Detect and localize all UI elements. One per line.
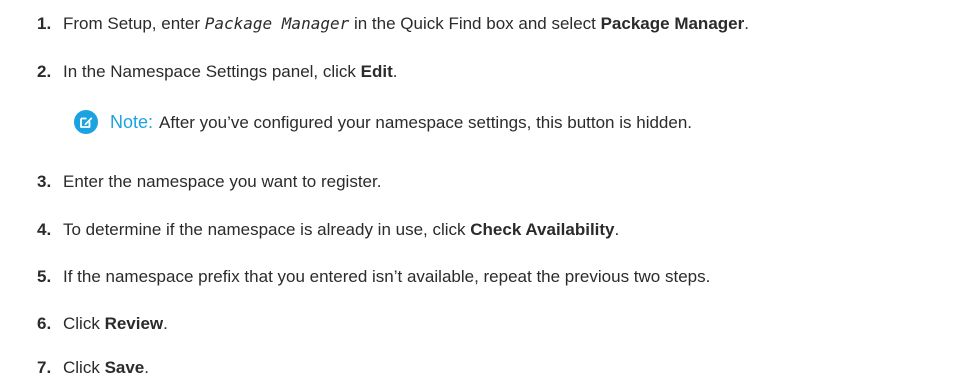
step-2: 2. In the Namespace Settings panel, click… xyxy=(37,59,398,85)
note-text: After you’ve configured your namespace s… xyxy=(159,113,693,132)
step-5: 5. If the namespace prefix that you enter… xyxy=(37,264,710,290)
step-text: Click Review. xyxy=(63,314,168,333)
note-callout: Note: After you’ve configured your namesp… xyxy=(74,107,692,137)
ui-term: Package Manager xyxy=(600,14,745,33)
step-text: If the namespace prefix that you entered… xyxy=(63,267,711,286)
note-label: Note: xyxy=(110,112,154,132)
step-text: Enter the namespace you want to register… xyxy=(63,172,382,191)
step-text: Click Save. xyxy=(63,358,149,377)
step-4: 4. To determine if the namespace is alrea… xyxy=(37,217,619,243)
step-number: 4. xyxy=(37,220,52,239)
step-number: 5. xyxy=(37,267,52,286)
ui-term: Save xyxy=(104,358,145,377)
step-7: 7. Click Save. xyxy=(37,355,149,381)
step-number: 7. xyxy=(37,358,52,377)
step-number: 1. xyxy=(37,14,52,33)
ui-term: Edit xyxy=(360,62,393,81)
step-6: 6. Click Review. xyxy=(37,311,168,337)
step-number: 3. xyxy=(37,172,52,191)
instruction-steps: 1. From Setup, enter Package Manager in t… xyxy=(0,0,976,391)
edit-note-icon xyxy=(74,109,98,134)
step-text: In the Namespace Settings panel, click E… xyxy=(63,62,398,81)
ui-term: Review xyxy=(104,314,164,333)
step-number: 2. xyxy=(37,62,52,81)
step-number: 6. xyxy=(37,314,52,333)
step-text: From Setup, enter Package Manager in the… xyxy=(63,14,749,33)
code-text: Package Manager xyxy=(204,14,350,33)
step-1: 1. From Setup, enter Package Manager in t… xyxy=(37,11,749,37)
ui-term: Check Availability xyxy=(470,220,615,239)
step-3: 3. Enter the namespace you want to regist… xyxy=(37,169,381,195)
step-text: To determine if the namespace is already… xyxy=(63,220,620,239)
